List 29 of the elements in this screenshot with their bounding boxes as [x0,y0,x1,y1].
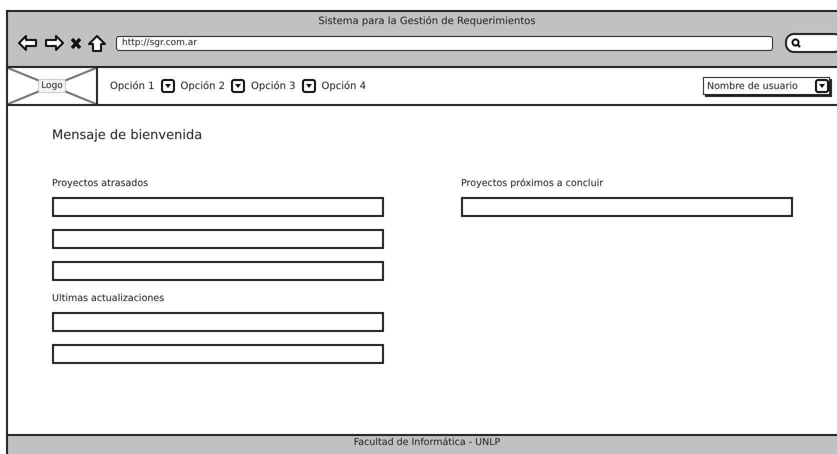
url-field[interactable]: http://sgr.com.ar [116,36,773,50]
dropdown-caret-icon[interactable] [302,79,316,93]
window-title: Sistema para la Gestión de Requerimientos [317,15,537,29]
welcome-heading: Mensaje de bienvenida [52,128,204,143]
dropdown-caret-icon[interactable] [231,79,245,93]
nav-option[interactable]: Opción 4 [322,80,366,92]
section-title: Proyectos atrasados [52,178,150,189]
input-field[interactable] [52,312,384,332]
input-field[interactable] [52,229,384,249]
dropdown-caret-icon[interactable] [160,79,174,93]
dropdown-caret-icon[interactable] [815,79,829,93]
input-field[interactable] [52,197,384,217]
logo-label: Logo [38,79,66,93]
input-field[interactable] [52,344,384,364]
nav-option[interactable]: Opción 2 [180,80,225,92]
forward-icon[interactable] [44,35,64,51]
home-icon[interactable] [88,34,106,52]
footer: Facultad de Informática - UNLP [8,434,837,454]
input-field[interactable] [52,261,384,281]
section-title: Ultimas actualizaciones [52,293,166,304]
search-field[interactable] [785,33,837,53]
nav-option[interactable]: Opción 3 [251,80,296,92]
back-icon[interactable] [18,35,38,51]
nav-option[interactable]: Opción 1 [110,80,154,92]
section-title: Proyectos próximos a concluir [461,178,604,189]
user-dropdown[interactable]: Nombre de usuario [703,77,830,95]
close-icon[interactable] [70,36,82,50]
input-field[interactable] [461,197,793,217]
search-icon [791,38,801,48]
